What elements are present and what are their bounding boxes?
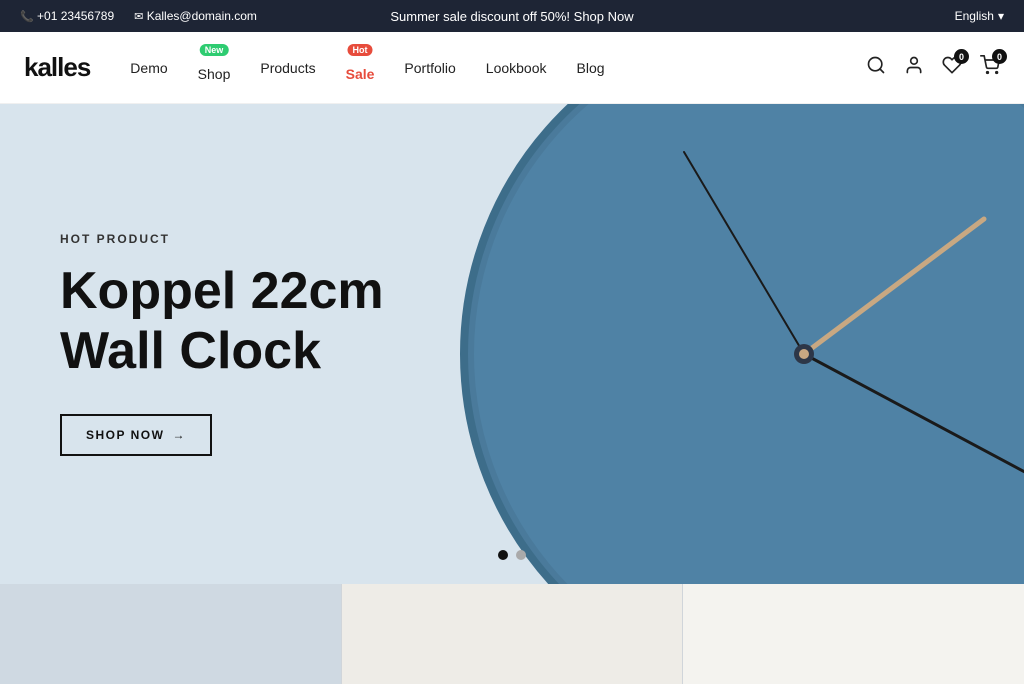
promo-banner: Summer sale discount off 50%! Shop Now [390, 9, 633, 24]
hero-section: HOT PRODUCT Koppel 22cm Wall Clock SHOP … [0, 104, 1024, 584]
card-preview-2 [342, 584, 684, 684]
wishlist-icon[interactable]: 0 [942, 55, 962, 80]
account-icon[interactable] [904, 55, 924, 80]
arrow-icon: → [172, 428, 186, 442]
cards-preview [0, 584, 1024, 684]
nav-item-blog[interactable]: Blog [577, 60, 605, 76]
hero-image [384, 104, 1024, 584]
chevron-down-icon: ▾ [998, 9, 1004, 23]
slide-dots [498, 550, 526, 560]
phone-icon [20, 9, 34, 23]
top-bar-left: +01 23456789 Kalles@domain.com [20, 9, 257, 23]
card-preview-1 [0, 584, 342, 684]
cart-icon[interactable]: 0 [980, 55, 1000, 80]
slide-dot-2[interactable] [516, 550, 526, 560]
email-address[interactable]: Kalles@domain.com [134, 9, 257, 23]
new-badge: New [200, 44, 229, 56]
nav-item-lookbook[interactable]: Lookbook [486, 60, 547, 76]
header: kalles Demo New Shop Products Hot Sale P… [0, 32, 1024, 104]
nav-item-sale[interactable]: Hot Sale [346, 54, 375, 82]
top-bar: +01 23456789 Kalles@domain.com Summer sa… [0, 0, 1024, 32]
search-icon[interactable] [866, 55, 886, 80]
nav-item-shop[interactable]: New Shop [198, 54, 231, 82]
language-selector[interactable]: English ▾ [955, 9, 1004, 23]
header-icons: 0 0 [866, 55, 1000, 80]
hero-content: HOT PRODUCT Koppel 22cm Wall Clock SHOP … [0, 232, 444, 456]
logo[interactable]: kalles [24, 52, 90, 83]
wishlist-badge: 0 [954, 49, 969, 64]
hero-title: Koppel 22cm Wall Clock [60, 262, 384, 382]
shop-now-button[interactable]: SHOP NOW → [60, 414, 212, 456]
mail-icon [134, 9, 143, 23]
nav-item-products[interactable]: Products [260, 60, 315, 76]
slide-dot-1[interactable] [498, 550, 508, 560]
cart-badge: 0 [992, 49, 1007, 64]
nav-item-demo[interactable]: Demo [130, 60, 167, 76]
phone-number[interactable]: +01 23456789 [20, 9, 114, 23]
card-preview-3 [683, 584, 1024, 684]
hero-subtitle: HOT PRODUCT [60, 232, 384, 246]
nav-item-portfolio[interactable]: Portfolio [404, 60, 455, 76]
hot-badge: Hot [348, 44, 373, 56]
nav: Demo New Shop Products Hot Sale Portfoli… [130, 54, 866, 82]
